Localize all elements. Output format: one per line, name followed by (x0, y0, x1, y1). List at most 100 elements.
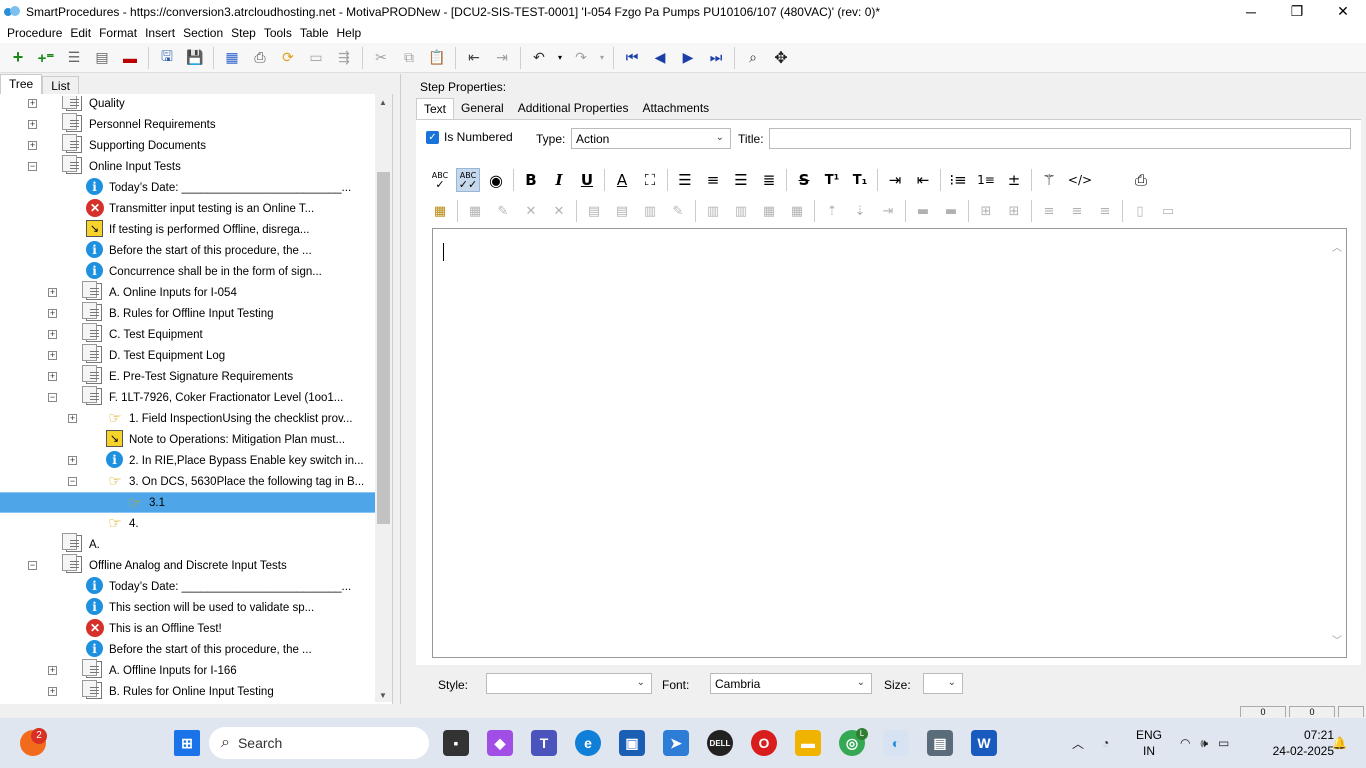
tree-item[interactable]: ↘ Note to Operations: Mitigation Plan mus… (0, 429, 375, 450)
save-icon[interactable]: 🖫 (156, 47, 178, 69)
insert-col-icon[interactable]: ▥ (638, 199, 662, 223)
tree-item[interactable]: − Online Input Tests (0, 155, 375, 177)
last-step-icon[interactable]: ⏭ (705, 47, 727, 69)
bold-button[interactable]: B (519, 168, 543, 192)
delete-row-icon[interactable]: ✕ (519, 199, 543, 223)
tree-item[interactable]: + A. Offline Inputs for I-166 (0, 659, 375, 681)
tree-item[interactable]: ✕ Transmitter input testing is an Online … (0, 198, 375, 219)
wifi-icon[interactable]: ◠ (1180, 736, 1190, 750)
tree-item[interactable]: i Before the start of this procedure, the… (0, 240, 375, 261)
tree-item[interactable]: + i 2. In RIE,Place Bypass Enable key swit… (0, 450, 375, 471)
expand-icon[interactable]: + (48, 351, 57, 360)
tree-item[interactable]: − F. 1LT-7926, Coker Fractionator Level (… (0, 386, 375, 408)
font-select[interactable]: Cambria ⌄ (710, 673, 872, 694)
align-right-icon[interactable]: ☰ (729, 168, 753, 192)
tree-item[interactable]: i Today’s Date: _________________________… (0, 177, 375, 198)
superscript-button[interactable]: T¹ (820, 168, 844, 192)
tree-item[interactable]: + Quality (0, 96, 375, 114)
tree-scrollbar[interactable]: ▲ ▼ (375, 94, 392, 702)
expand-icon[interactable]: + (48, 666, 57, 675)
tree-item[interactable]: i Today’s Date: _________________________… (0, 576, 375, 597)
indent-icon[interactable]: ⇥ (491, 47, 513, 69)
refresh-icon[interactable]: ⟳ (277, 47, 299, 69)
insert-row-above-icon[interactable]: ▤ (582, 199, 606, 223)
row-up-icon[interactable]: ⇡ (820, 199, 844, 223)
outline-icon[interactable]: ▤ (91, 47, 113, 69)
form-icon[interactable]: ▭ (305, 47, 327, 69)
copilot-icon[interactable]: ◆ (487, 730, 513, 756)
taskbar-search[interactable]: ⌕ Search (209, 727, 429, 759)
magic-wand-icon[interactable]: ⚚ (1037, 168, 1061, 192)
indent-list-icon[interactable]: ☰ (63, 47, 85, 69)
expand-icon[interactable]: + (48, 372, 57, 381)
minimize-button[interactable]: ─ (1228, 0, 1274, 23)
collapse-icon[interactable]: − (68, 477, 77, 486)
insert-table-icon[interactable]: ▦ (428, 199, 452, 223)
italic-button[interactable]: I (547, 168, 571, 192)
tree-item[interactable]: − Offline Analog and Discrete Input Tests (0, 554, 375, 576)
grid-alt-icon[interactable]: ⊞ (1002, 199, 1026, 223)
tree-item[interactable]: i This section will be used to validate s… (0, 597, 375, 618)
rich-text-editor[interactable]: ︿ ﹀ (432, 228, 1347, 658)
spell-check-icon[interactable]: ABC ✓ (428, 168, 452, 192)
redo-dropdown-icon[interactable]: ▾ (598, 47, 606, 69)
notifications-icon[interactable]: 🔔 (1332, 718, 1347, 768)
copy-icon[interactable]: ⧉ (398, 47, 420, 69)
menu-table[interactable]: Table (296, 26, 333, 40)
expand-icon[interactable]: + (28, 120, 37, 129)
underline-button[interactable]: U (575, 168, 599, 192)
opera-icon[interactable]: O (751, 730, 777, 756)
language-indicator[interactable]: ENG IN (1136, 727, 1162, 759)
increase-indent-icon[interactable]: ⇥ (883, 168, 907, 192)
undo-icon[interactable]: ↶ (528, 47, 550, 69)
add-child-icon[interactable]: +⁼ (35, 47, 57, 69)
menu-edit[interactable]: Edit (66, 26, 95, 40)
tree-item[interactable]: + Personnel Requirements (0, 113, 375, 135)
cut-icon[interactable]: ✂ (370, 47, 392, 69)
volume-icon[interactable]: 🕪 (1200, 736, 1208, 751)
type-select[interactable]: Action ⌄ (571, 128, 731, 149)
remote-desktop-icon[interactable]: ▤ (927, 730, 953, 756)
collapse-icon[interactable]: − (28, 162, 37, 171)
html-source-button[interactable]: </> (1065, 168, 1095, 192)
menu-format[interactable]: Format (95, 26, 141, 40)
save-all-icon[interactable]: 💾 (184, 47, 206, 69)
redo-action-icon[interactable]: ⇶ (333, 47, 355, 69)
teams-icon[interactable]: T (531, 730, 557, 756)
insert-row-below-icon[interactable]: ▤ (610, 199, 634, 223)
title-input[interactable] (769, 128, 1351, 149)
tree-item[interactable]: + E. Pre-Test Signature Requirements (0, 365, 375, 387)
outdent-icon[interactable]: ⇤ (463, 47, 485, 69)
expand-icon[interactable]: + (48, 687, 57, 696)
tree-item[interactable]: ↘ If testing is performed Offline, disreg… (0, 219, 375, 240)
size-select[interactable]: ⌄ (923, 673, 963, 694)
undo-dropdown-icon[interactable]: ▾ (556, 47, 564, 69)
print-preview-icon[interactable]: ⎙ (1129, 168, 1153, 192)
close-button[interactable]: ✕ (1320, 0, 1366, 23)
menu-step[interactable]: Step (227, 26, 260, 40)
clock[interactable]: 07:21 24-02-2025 (1273, 727, 1334, 759)
tree-item[interactable]: + Supporting Documents (0, 134, 375, 156)
fill-color-icon[interactable]: ⛶ (638, 168, 662, 192)
tree-item[interactable]: + B. Rules for Offline Input Testing (0, 302, 375, 324)
tree-item[interactable]: + ☞ 1. Field InspectionUsing the checklist… (0, 408, 375, 429)
align-center-icon[interactable]: ≡ (701, 168, 725, 192)
tree-item[interactable]: − ☞ 3. On DCS, 5630Place the following tag… (0, 471, 375, 492)
chevron-down-icon[interactable]: ﹀ (1332, 632, 1342, 647)
tab-general[interactable]: General (454, 98, 511, 119)
border-icon[interactable]: ▬ (911, 199, 935, 223)
shade-icon[interactable]: ▬ (939, 199, 963, 223)
paste-icon[interactable]: 📋 (426, 47, 448, 69)
maximize-button[interactable]: ❐ (1274, 0, 1320, 23)
delete-icon[interactable]: ▬ (119, 47, 141, 69)
menu-section[interactable]: Section (179, 26, 227, 40)
menu-help[interactable]: Help (333, 26, 366, 40)
task-view-icon[interactable]: ▪ (443, 730, 469, 756)
scroll-up-icon[interactable]: ▲ (379, 98, 387, 107)
first-step-icon[interactable]: ⏮ (621, 47, 643, 69)
highlight-icon[interactable]: ◉ (484, 168, 508, 192)
editor-scrollbar[interactable]: ︿ ﹀ (1330, 229, 1346, 657)
previous-step-icon[interactable]: ◀ (649, 47, 671, 69)
spell-check-all-icon[interactable]: ABC ✓✓ (456, 168, 480, 192)
chevron-up-icon[interactable]: ︿ (1072, 735, 1084, 752)
